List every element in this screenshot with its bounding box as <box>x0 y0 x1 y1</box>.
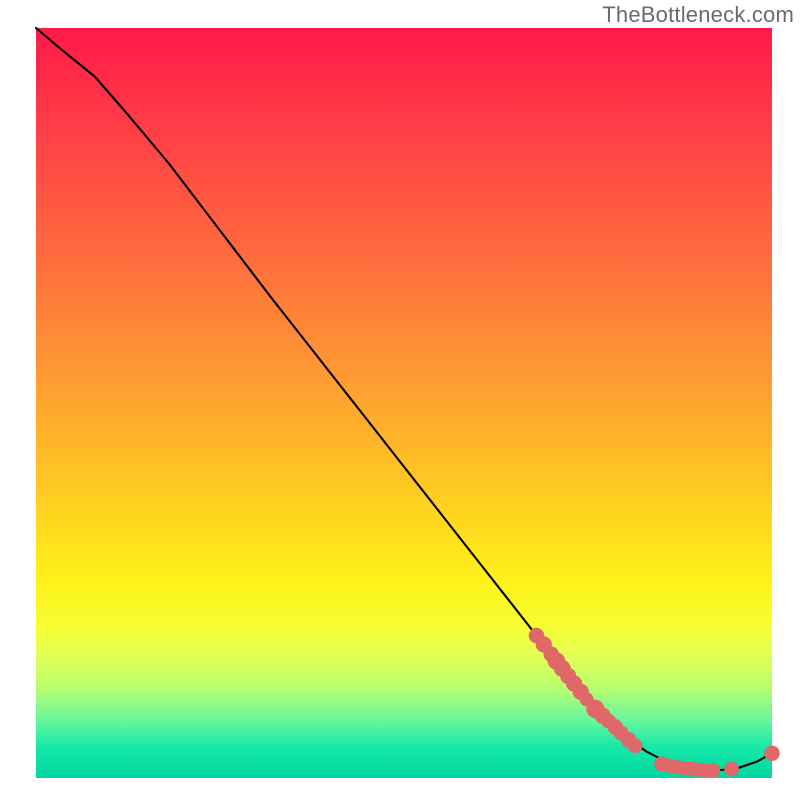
data-point <box>724 762 739 777</box>
chart-container: TheBottleneck.com <box>0 0 800 800</box>
bottleneck-curve <box>36 28 772 771</box>
watermark-text: TheBottleneck.com <box>602 2 794 28</box>
data-point <box>764 746 779 761</box>
plot-area <box>36 28 772 778</box>
data-point <box>706 764 720 778</box>
data-point <box>628 738 643 753</box>
plot-overlay <box>36 28 772 778</box>
